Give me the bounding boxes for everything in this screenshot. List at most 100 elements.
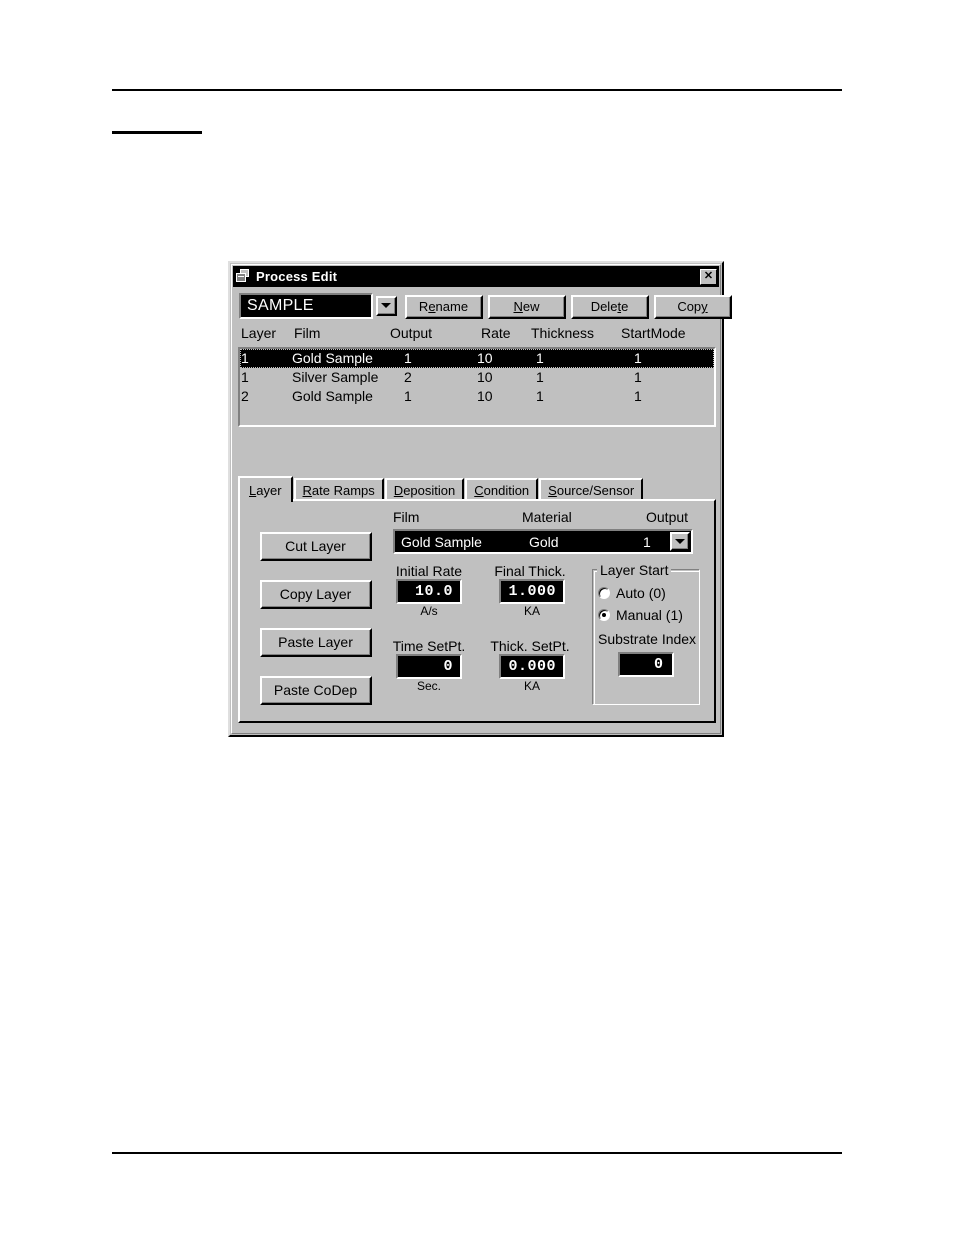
substrate-index-input[interactable]: 0	[618, 652, 674, 677]
tab-condition-label: Condition	[474, 483, 530, 498]
delete-button[interactable]: Delete	[571, 295, 649, 319]
tab-deposition-label: Deposition	[393, 483, 456, 498]
page-footer-rule	[112, 1152, 842, 1154]
radio-icon-selected	[598, 609, 610, 621]
rename-button-label: Rename	[418, 299, 469, 314]
final-thickness-group: Final Thick. 1.000 KA	[487, 563, 573, 618]
copy-layer-button[interactable]: Copy Layer	[260, 580, 372, 609]
film-combo[interactable]: Gold Sample Gold 1	[393, 529, 693, 554]
cell-layer: 1	[241, 369, 249, 385]
delete-button-label: Delete	[590, 299, 629, 314]
time-setpoint-group: Time SetPt. 0 Sec.	[386, 638, 472, 693]
heading-underline	[112, 131, 202, 134]
new-button[interactable]: New	[488, 295, 566, 319]
header-output: Output	[390, 325, 433, 341]
cell-film: Gold Sample	[292, 388, 373, 404]
tab-deposition[interactable]: Deposition	[384, 478, 465, 501]
tab-source-sensor[interactable]: Source/Sensor	[539, 478, 644, 501]
label-output: Output	[646, 509, 689, 525]
cell-thickness: 1	[536, 388, 544, 404]
cell-film: Silver Sample	[292, 369, 379, 385]
cut-layer-label: Cut Layer	[285, 538, 346, 554]
tab-strip: Layer Rate Ramps Deposition Condition So…	[238, 476, 716, 502]
final-thickness-units: KA	[523, 604, 540, 618]
header-layer: Layer	[241, 325, 277, 341]
cell-film: Gold Sample	[292, 350, 373, 366]
substrate-index-label: Substrate Index	[598, 631, 697, 647]
rename-button[interactable]: Rename	[405, 295, 483, 319]
film-combo-film: Gold Sample	[401, 533, 482, 550]
tab-layer[interactable]: Layer	[238, 476, 293, 502]
cell-thickness: 1	[536, 369, 544, 385]
copy-layer-label: Copy Layer	[279, 586, 352, 602]
thickness-setpoint-label: Thick. SetPt.	[490, 638, 570, 654]
cell-rate: 10	[477, 388, 493, 404]
copy-button-label: Copy	[677, 299, 708, 314]
cell-output: 1	[404, 350, 412, 366]
cell-rate: 10	[477, 350, 493, 366]
radio-layer-start-manual-label: Manual (1)	[616, 607, 683, 623]
time-setpoint-units: Sec.	[416, 679, 441, 693]
header-thickness: Thickness	[531, 325, 595, 341]
film-combo-output: 1	[643, 533, 651, 550]
cell-startmode: 1	[634, 388, 642, 404]
radio-layer-start-manual[interactable]: Manual (1)	[598, 607, 683, 623]
cell-output: 1	[404, 388, 412, 404]
close-icon[interactable]: ✕	[700, 268, 717, 285]
table-row[interactable]: 2 Gold Sample 1 10 1 1	[240, 387, 714, 406]
new-button-label: New	[513, 299, 540, 314]
tab-source-sensor-label: Source/Sensor	[548, 483, 635, 498]
initial-rate-label: Initial Rate	[395, 563, 463, 579]
table-row[interactable]: 1 Silver Sample 2 10 1 1	[240, 368, 714, 387]
radio-icon	[598, 587, 610, 599]
thickness-setpoint-input[interactable]: 0.000	[499, 654, 565, 679]
cell-thickness: 1	[536, 350, 544, 366]
final-thickness-input[interactable]: 1.000	[499, 579, 565, 604]
initial-rate-group: Initial Rate 10.0 A/s	[386, 563, 472, 618]
copy-button[interactable]: Copy	[654, 295, 732, 319]
process-edit-dialog: Process Edit ✕ SAMPLE Rename New Delete …	[228, 261, 732, 737]
paste-codep-button[interactable]: Paste CoDep	[260, 676, 372, 705]
cell-rate: 10	[477, 369, 493, 385]
header-rate: Rate	[481, 325, 511, 341]
cell-startmode: 1	[634, 369, 642, 385]
cut-layer-button[interactable]: Cut Layer	[260, 532, 372, 561]
radio-layer-start-auto-label: Auto (0)	[616, 585, 666, 601]
dialog-titlebar: Process Edit ✕	[233, 266, 719, 287]
film-combo-value[interactable]: Gold Sample Gold 1	[393, 529, 693, 554]
paste-codep-label: Paste CoDep	[273, 682, 358, 698]
tab-layer-label: Layer	[249, 482, 282, 498]
process-combo[interactable]: SAMPLE	[239, 293, 399, 319]
process-combo-value[interactable]: SAMPLE	[239, 293, 373, 319]
tab-rate-ramps-label: Rate Ramps	[302, 483, 375, 498]
tab-condition[interactable]: Condition	[465, 478, 539, 501]
cell-layer: 1	[241, 350, 249, 366]
layer-tab-panel: Cut Layer Copy Layer Paste Layer Paste C…	[238, 499, 716, 723]
cell-layer: 2	[241, 388, 249, 404]
page-header-rule	[112, 89, 842, 91]
cell-startmode: 1	[634, 350, 642, 366]
header-startmode: StartMode	[621, 325, 686, 341]
time-setpoint-input[interactable]: 0	[396, 654, 462, 679]
chevron-down-icon[interactable]	[376, 296, 397, 316]
label-film: Film	[393, 509, 420, 525]
initial-rate-input[interactable]: 10.0	[396, 579, 462, 604]
chevron-down-icon[interactable]	[670, 532, 690, 551]
layer-listbox[interactable]: 1 Gold Sample 1 10 1 1 1 Silver Sample 2…	[238, 347, 716, 427]
film-combo-material: Gold	[529, 533, 559, 550]
header-film: Film	[294, 325, 321, 341]
final-thickness-label: Final Thick.	[494, 563, 566, 579]
tab-rate-ramps[interactable]: Rate Ramps	[293, 478, 384, 501]
thickness-setpoint-units: KA	[523, 679, 540, 693]
layer-start-legend: Layer Start	[597, 562, 672, 578]
layer-list-headers: Layer Film Output Rate Thickness StartMo…	[238, 325, 716, 345]
radio-layer-start-auto[interactable]: Auto (0)	[598, 585, 666, 601]
thickness-setpoint-group: Thick. SetPt. 0.000 KA	[487, 638, 573, 693]
label-material: Material	[522, 509, 572, 525]
paste-layer-button[interactable]: Paste Layer	[260, 628, 372, 657]
table-row[interactable]: 1 Gold Sample 1 10 1 1	[240, 349, 714, 368]
dialog-title: Process Edit	[256, 269, 338, 284]
paste-layer-label: Paste Layer	[278, 634, 353, 650]
initial-rate-units: A/s	[420, 604, 438, 618]
time-setpoint-label: Time SetPt.	[392, 638, 466, 654]
